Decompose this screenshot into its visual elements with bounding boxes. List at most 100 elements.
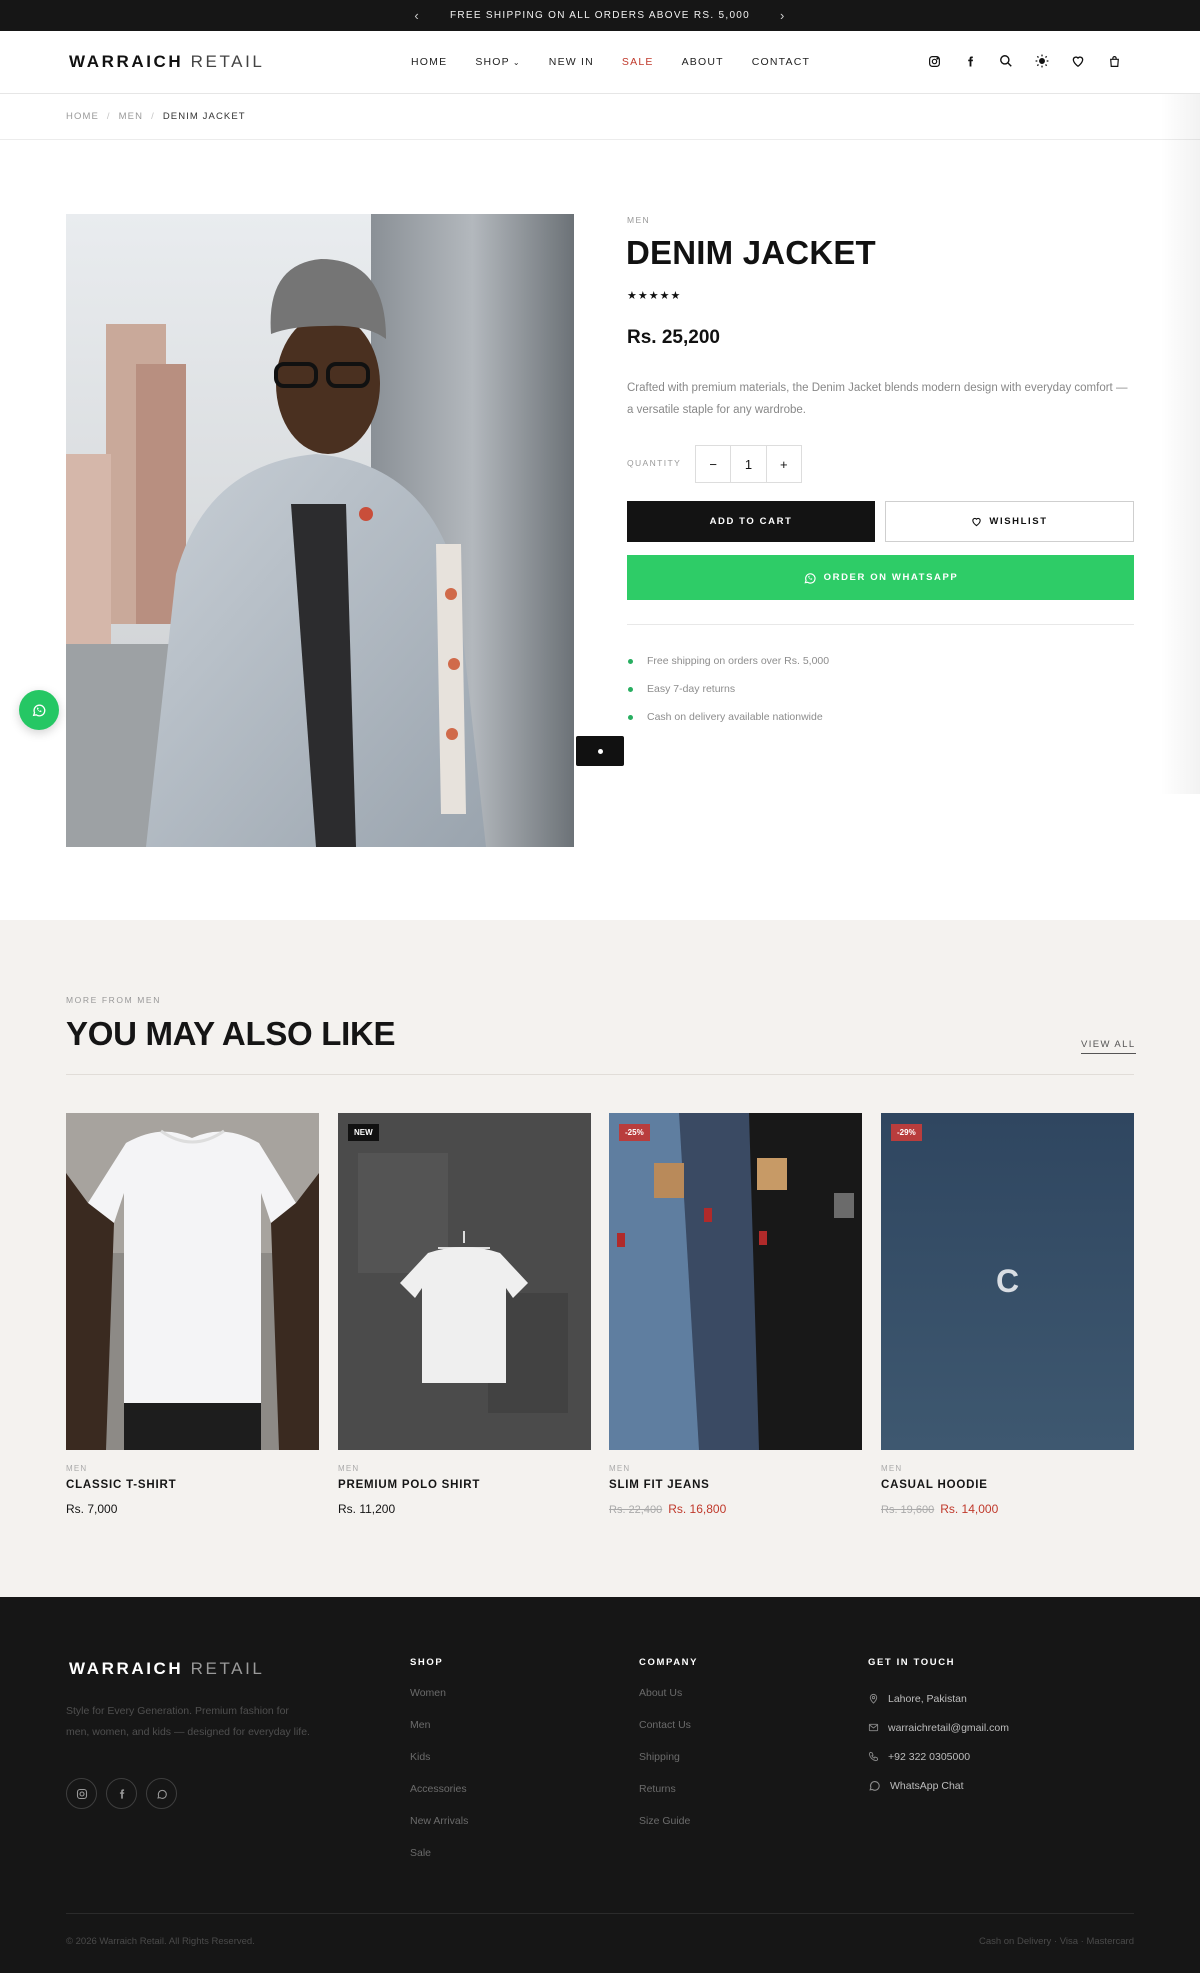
footer-link-contact[interactable]: Contact Us <box>639 1716 698 1748</box>
footer-divider <box>66 1913 1134 1914</box>
footer-link-returns[interactable]: Returns <box>639 1780 698 1812</box>
product-card-category: MEN <box>66 1464 88 1473</box>
whatsapp-icon <box>32 704 46 717</box>
footer-link-shipping[interactable]: Shipping <box>639 1748 698 1780</box>
whatsapp-icon[interactable] <box>146 1778 177 1809</box>
wishlist-button[interactable]: WISHLIST <box>885 501 1134 542</box>
footer-link-kids[interactable]: Kids <box>410 1748 468 1780</box>
logo-light: RETAIL <box>190 52 265 71</box>
heart-icon <box>972 517 982 527</box>
phone-icon <box>868 1751 879 1762</box>
add-to-cart-button[interactable]: ADD TO CART <box>627 501 875 542</box>
copyright: © 2026 Warraich Retail. All Rights Reser… <box>66 1936 255 1947</box>
footer-social <box>66 1778 177 1809</box>
search-icon[interactable] <box>998 53 1014 69</box>
perk-item: Free shipping on orders over Rs. 5,000 <box>627 647 829 675</box>
footer-link-men[interactable]: Men <box>410 1716 468 1748</box>
quantity-minus-button[interactable]: − <box>696 446 730 482</box>
product-card-name[interactable]: CLASSIC T-SHIRT <box>66 1479 319 1491</box>
section-title: YOU MAY ALSO LIKE <box>66 1015 396 1052</box>
perk-item: Cash on delivery available nationwide <box>627 703 829 731</box>
site-footer: WARRAICH RETAIL Style for Every Generati… <box>0 1597 1200 1973</box>
payment-methods: Cash on Delivery · Visa · Mastercard <box>978 1936 1134 1947</box>
footer-logo[interactable]: WARRAICH RETAIL <box>69 1659 264 1679</box>
product-card-price: Rs. 7,000 <box>66 1502 319 1516</box>
nav-sale[interactable]: SALE <box>622 56 654 68</box>
product-card-price: Rs. 11,200 <box>338 1502 591 1516</box>
facebook-icon[interactable] <box>106 1778 137 1809</box>
order-whatsapp-button[interactable]: ORDER ON WHATSAPP <box>627 555 1134 600</box>
price-sale: Rs. 14,000 <box>940 1502 999 1516</box>
cart-bag-icon[interactable] <box>1106 53 1122 69</box>
product-card-image[interactable]: C -29% <box>881 1113 1134 1450</box>
breadcrumb-home[interactable]: HOME <box>66 111 99 122</box>
nav-contact[interactable]: CONTACT <box>752 56 810 68</box>
contact-whatsapp[interactable]: WhatsApp Chat <box>868 1771 1009 1800</box>
contact-whatsapp-text[interactable]: WhatsApp Chat <box>890 1780 964 1792</box>
quantity-stepper: − 1 + <box>695 445 802 483</box>
contact-list: Lahore, Pakistan warraichretail@gmail.co… <box>868 1684 1009 1800</box>
announcement-bar: ‹ FREE SHIPPING ON ALL ORDERS ABOVE RS. … <box>0 0 1200 31</box>
green-dot <box>628 714 633 720</box>
chevron-left-icon[interactable]: ‹ <box>414 8 420 23</box>
product-card-name[interactable]: SLIM FIT JEANS <box>609 1479 862 1491</box>
chevron-down-icon: ⌄ <box>512 58 521 67</box>
image-pagination-dot[interactable] <box>576 736 624 766</box>
product-card-image[interactable] <box>66 1113 319 1450</box>
facebook-icon[interactable] <box>962 53 978 69</box>
product-card[interactable]: -25% MEN SLIM FIT JEANS Rs. 22,400 Rs. 16… <box>609 1113 862 1516</box>
footer-contact-column: GET IN TOUCH Lahore, Pakistan warraichre… <box>868 1657 1009 1800</box>
nav-shop[interactable]: SHOP ⌄ <box>475 56 520 68</box>
breadcrumb-men[interactable]: MEN <box>119 111 143 122</box>
nav-new-in[interactable]: NEW IN <box>549 56 594 68</box>
product-card-image[interactable]: NEW <box>338 1113 591 1450</box>
quantity-plus-button[interactable]: + <box>767 446 801 482</box>
product-card-category: MEN <box>338 1464 360 1473</box>
product-price: Rs. 25,200 <box>627 327 720 348</box>
breadcrumb-current: DENIM JACKET <box>162 111 246 122</box>
product-card-name[interactable]: CASUAL HOODIE <box>881 1479 1134 1491</box>
footer-link-accessories[interactable]: Accessories <box>410 1780 468 1812</box>
chevron-right-icon[interactable]: › <box>780 8 786 23</box>
footer-link-women[interactable]: Women <box>410 1684 468 1716</box>
footer-link-new-arrivals[interactable]: New Arrivals <box>410 1812 468 1844</box>
product-card[interactable]: C -29% MEN CASUAL HOODIE Rs. 19,600 Rs. 1… <box>881 1113 1134 1516</box>
contact-email[interactable]: warraichretail@gmail.com <box>868 1713 1009 1742</box>
wishlist-heart-icon[interactable] <box>1070 53 1086 69</box>
footer-link-sale[interactable]: Sale <box>410 1844 468 1876</box>
product-title: DENIM JACKET <box>626 234 876 271</box>
footer-link-size-guide[interactable]: Size Guide <box>639 1812 698 1844</box>
product-card-name[interactable]: PREMIUM POLO SHIRT <box>338 1479 591 1491</box>
perk-text: Cash on delivery available nationwide <box>647 711 823 723</box>
product-card-category: MEN <box>881 1464 903 1473</box>
logo-bold: WARRAICH <box>69 52 184 71</box>
footer-tagline: Style for Every Generation. Premium fash… <box>66 1705 310 1738</box>
location-pin-icon <box>869 1693 878 1704</box>
product-card[interactable]: MEN CLASSIC T-SHIRT Rs. 7,000 <box>66 1113 319 1516</box>
nav-home[interactable]: HOME <box>411 56 447 68</box>
theme-toggle-icon[interactable] <box>1034 53 1050 69</box>
logo[interactable]: WARRAICH RETAIL <box>69 52 264 72</box>
contact-phone[interactable]: +92 322 0305000 <box>868 1742 1009 1771</box>
green-dot <box>628 686 633 692</box>
view-all-link[interactable]: VIEW ALL <box>1081 1039 1136 1054</box>
contact-phone-text[interactable]: +92 322 0305000 <box>888 1751 970 1763</box>
mail-icon <box>868 1723 879 1732</box>
nav-about[interactable]: ABOUT <box>682 56 724 68</box>
placeholder-letter: C <box>995 1263 1020 1299</box>
nav-shop-label: SHOP <box>475 56 510 68</box>
contact-email-text[interactable]: warraichretail@gmail.com <box>888 1722 1009 1734</box>
product-image[interactable] <box>66 214 574 847</box>
product-card-image[interactable]: -25% <box>609 1113 862 1450</box>
quantity-value[interactable]: 1 <box>730 446 767 482</box>
instagram-icon[interactable] <box>66 1778 97 1809</box>
contact-location-text: Lahore, Pakistan <box>888 1692 967 1705</box>
product-card[interactable]: NEW MEN PREMIUM POLO SHIRT Rs. 11,200 <box>338 1113 591 1516</box>
related-products-section: MORE FROM MEN YOU MAY ALSO LIKE VIEW ALL… <box>0 920 1200 1597</box>
price-current: Rs. 11,200 <box>338 1502 396 1516</box>
instagram-icon[interactable] <box>926 53 942 69</box>
whatsapp-float-button[interactable] <box>19 690 59 730</box>
footer-link-about[interactable]: About Us <box>639 1684 698 1716</box>
active-dot <box>597 748 603 754</box>
discount-badge: -25% <box>619 1124 650 1141</box>
